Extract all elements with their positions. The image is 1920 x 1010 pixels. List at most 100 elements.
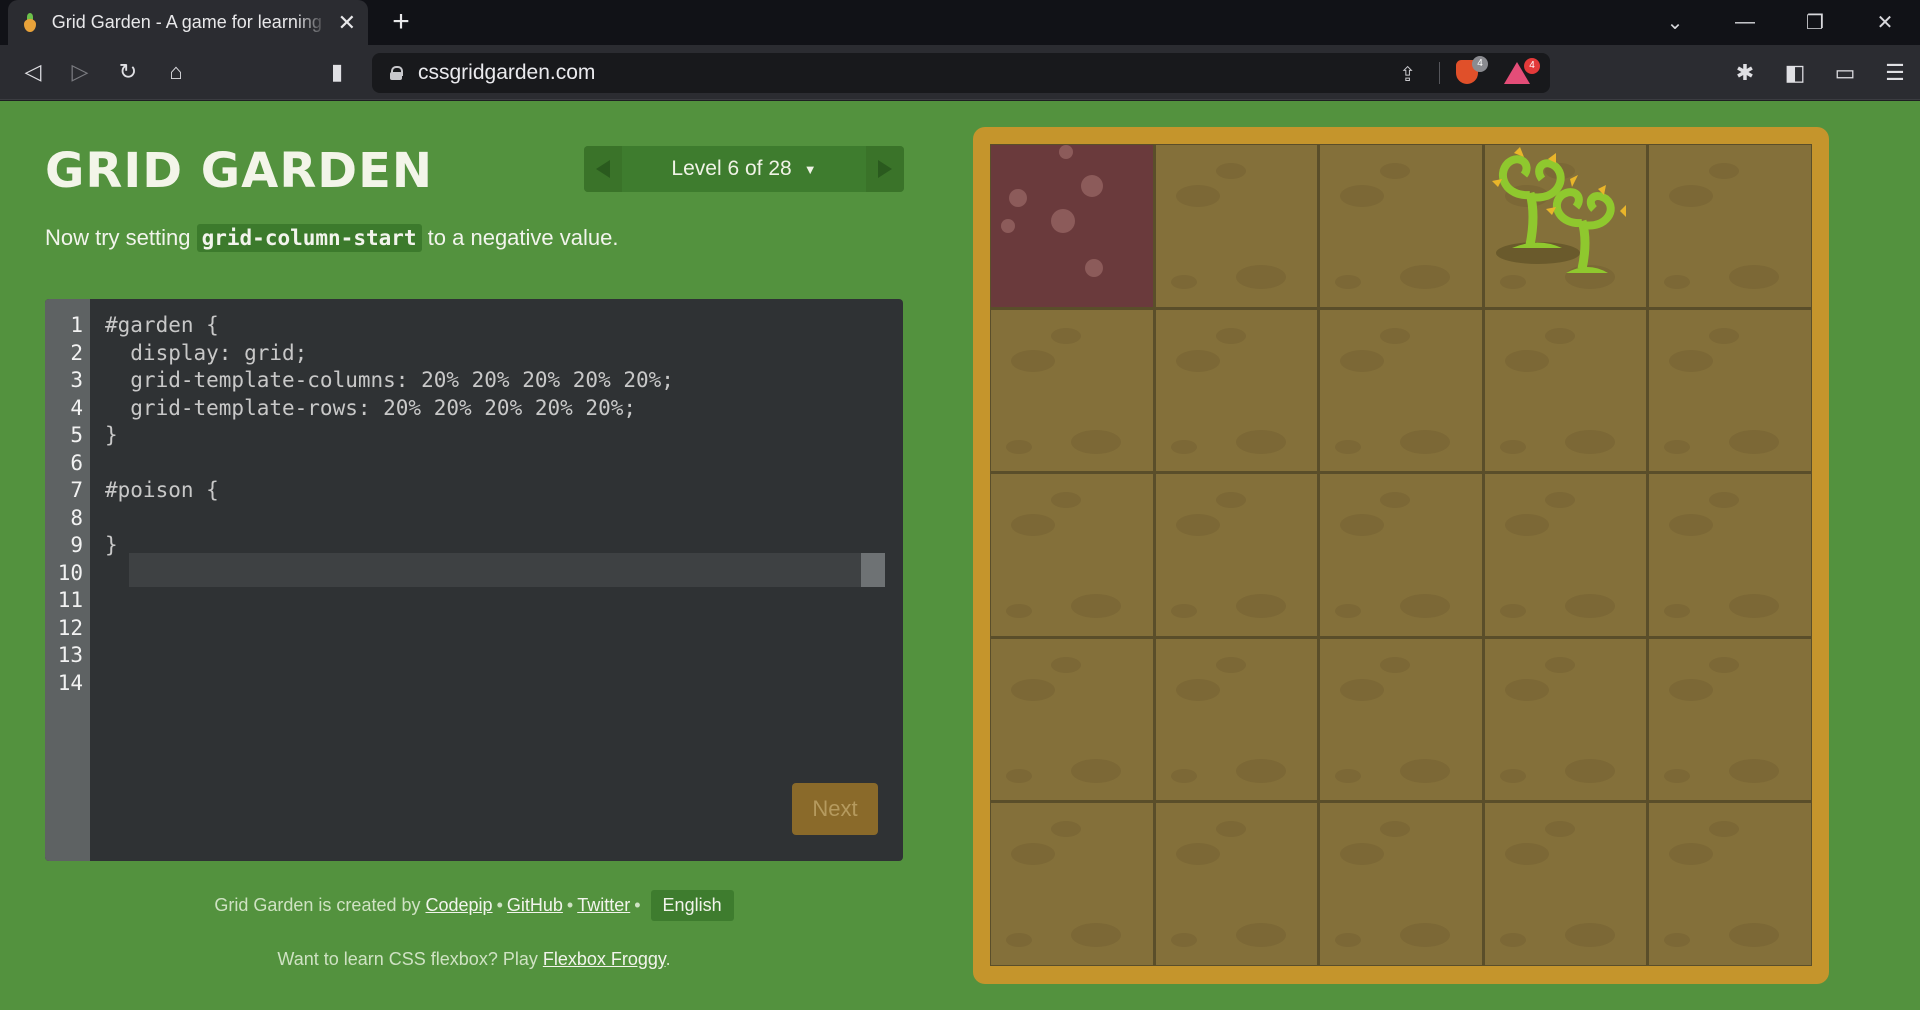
soil-pebble [1709,163,1740,179]
css-input-field[interactable] [129,553,861,587]
soil-pebble [1669,185,1714,207]
soil-pebble [1499,604,1526,619]
soil-pebble [1071,594,1121,619]
next-level-button[interactable] [866,146,904,192]
language-selector[interactable]: English [650,890,734,921]
soil-pebble [1051,492,1081,509]
instructions: Now try setting grid-column-start to a n… [45,224,618,252]
toolbar-actions: ✱ ◧ ▭ ☰ [1720,45,1920,100]
soil-pebble [1729,429,1780,454]
code-line: grid-template-rows: 20% 20% 20% 20% 20%; [105,395,637,420]
soil-cell [1320,145,1482,307]
soil-cell [1649,638,1811,801]
carrot-favicon-icon [20,12,40,33]
close-window-icon[interactable]: ✕ [1850,10,1920,35]
soil-pebble [1235,758,1286,783]
back-icon[interactable]: ◁ [18,57,48,87]
poison-cell [991,145,1153,307]
menu-icon[interactable]: ☰ [1870,60,1920,86]
soil-pebble [1051,821,1081,838]
github-link[interactable]: GitHub [507,895,563,915]
code-line: } [105,533,118,557]
level-label: Level 6 of 28 [671,157,792,180]
soil-pebble [1340,843,1385,866]
soil-pebble [1664,604,1691,619]
soil-pebble [1335,275,1362,289]
wallet-icon[interactable]: ▭ [1820,60,1870,86]
codepip-link[interactable]: Codepip [426,895,493,915]
soil-pebble [1340,349,1385,372]
soil-pebble [1215,327,1246,344]
soil-cell [991,638,1153,801]
forward-icon[interactable]: ▷ [65,57,95,87]
home-icon[interactable]: ⌂ [161,57,191,87]
tab-search-icon[interactable]: ⌄ [1640,10,1710,35]
bookmark-icon[interactable]: ▮ [322,57,352,87]
soil-pebble [1071,429,1121,454]
new-tab-button[interactable]: + [385,6,417,38]
caret-down-icon: ▼ [803,161,817,177]
lock-icon [390,66,403,80]
twitter-link[interactable]: Twitter [577,895,630,915]
minimize-icon[interactable]: — [1710,11,1780,34]
browser-toolbar: ◁ ▷ ↻ ⌂ ▮ cssgridgarden.com ⇪ 4 4 ✱ ◧ ▭ … [0,45,1920,100]
input-end-cap [861,553,885,587]
soil-pebble [1669,843,1714,866]
address-bar[interactable]: cssgridgarden.com ⇪ 4 4 [372,53,1550,93]
sidebar-icon[interactable]: ◧ [1770,60,1820,86]
next-button[interactable]: Next [792,783,878,835]
reload-icon[interactable]: ↻ [113,57,143,87]
soil-pebble [1215,821,1246,838]
level-selector[interactable]: Level 6 of 28 ▼ [622,146,866,192]
extensions-icon[interactable]: ✱ [1720,60,1770,86]
css-editor: 1 2 3 4 5 6 7 8 9 10 11 12 13 14 #garden { display: g… [45,299,903,861]
soil-pebble [1051,327,1081,344]
soil-pebble [1340,185,1385,207]
soil-pebble [1235,923,1286,948]
separator-dot: • [566,895,574,915]
browser-tab[interactable]: Grid Garden - A game for learning CSS gr… [8,0,368,45]
soil-pebble [1499,933,1526,948]
soil-cell [1484,474,1647,636]
soil-pebble [1335,768,1362,783]
soil-pebble [1235,594,1286,619]
close-tab-icon[interactable]: ✕ [338,11,356,34]
soil-cell [1649,803,1811,965]
soil-pebble [1380,821,1411,838]
soil-pebble [1400,265,1451,289]
soil-pebble [1709,327,1740,344]
soil-pebble [1504,349,1549,372]
level-navigator: Level 6 of 28 ▼ [584,146,904,192]
soil-pebble [1380,656,1411,673]
soil-pebble [1400,594,1451,619]
soil-pebble [1006,439,1032,454]
page: GRID GARDEN Level 6 of 28 ▼ Now try sett… [0,101,1920,1010]
soil-pebble [1071,758,1121,783]
soil-pebble [1669,678,1714,701]
previous-level-button[interactable] [584,146,622,192]
soil-pebble [1170,933,1197,948]
soil-pebble [1400,758,1451,783]
soil-pebble [1380,163,1411,179]
browser-tab-bar: Grid Garden - A game for learning CSS gr… [0,0,1920,45]
soil-pebble [1011,349,1055,372]
soil-pebble [1235,265,1286,289]
soil-cell [1320,474,1482,636]
shields-count-badge: 4 [1472,56,1488,72]
soil-cell [1320,309,1482,472]
soil-pebble [1664,933,1691,948]
code-line: #poison { [105,478,219,502]
brave-rewards-icon[interactable]: 4 [1504,58,1540,86]
page-scrollbar[interactable] [1902,101,1920,1010]
credits-footer: Grid Garden is created by Codepip • GitHub… [0,890,948,921]
brave-shields-icon[interactable]: 4 [1456,56,1488,86]
soil-pebble [1504,514,1549,537]
soil-cell [1155,803,1318,965]
soil-cell [991,309,1153,472]
soil-pebble [1729,758,1780,783]
share-icon[interactable]: ⇪ [1399,62,1416,87]
soil-pebble [1170,768,1197,783]
flexbox-froggy-link[interactable]: Flexbox Froggy [543,949,666,969]
restore-icon[interactable]: ❐ [1780,10,1850,35]
soil-pebble [1011,843,1055,866]
